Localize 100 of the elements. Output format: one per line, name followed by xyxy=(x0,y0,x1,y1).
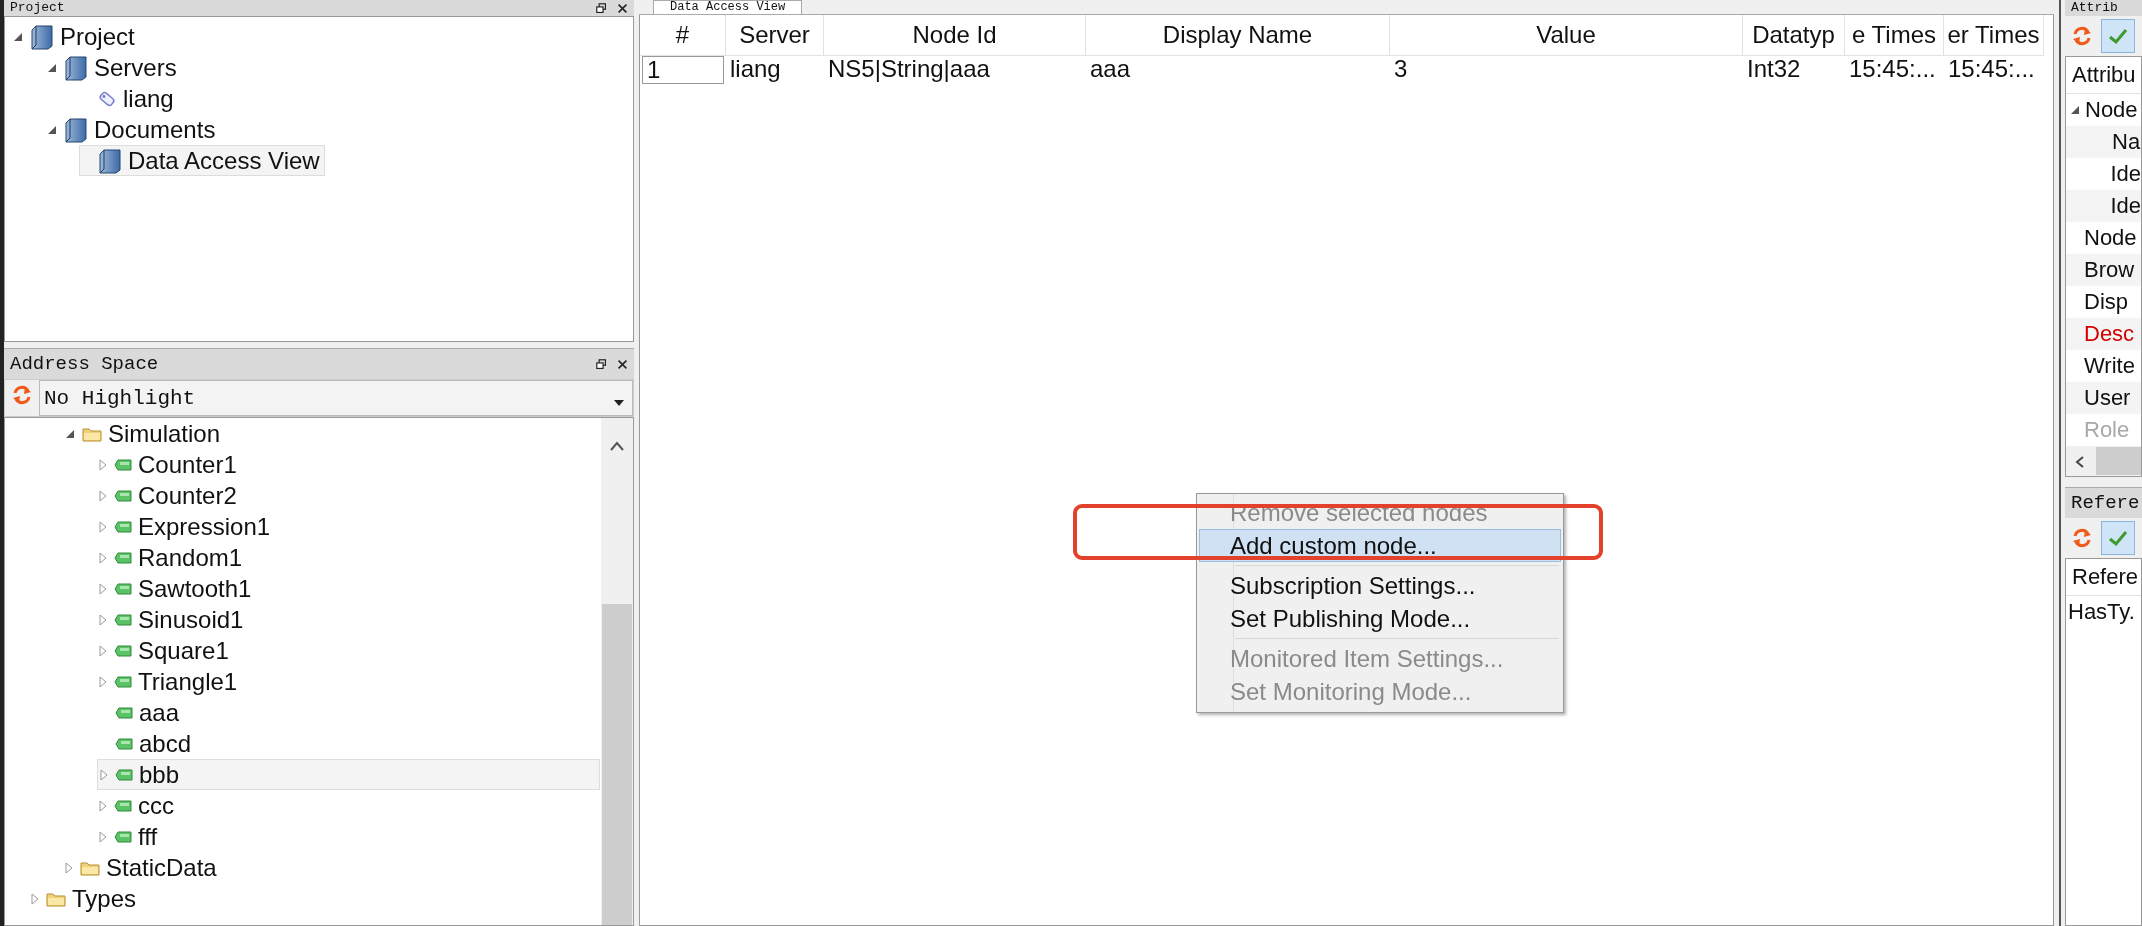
column-header[interactable]: Server xyxy=(726,15,824,56)
attribute-name: Brow xyxy=(2084,257,2135,283)
folder-icon xyxy=(46,890,66,907)
expand-icon[interactable] xyxy=(97,581,108,596)
book-icon xyxy=(98,147,122,174)
expand-icon[interactable] xyxy=(97,612,108,627)
expand-icon[interactable] xyxy=(97,798,108,813)
scrollbar[interactable] xyxy=(2066,446,2141,476)
book-icon xyxy=(64,116,88,143)
attribute-name: Na xyxy=(2112,129,2141,155)
tree-item[interactable]: fff xyxy=(97,821,601,852)
document-tab[interactable]: Data Access View xyxy=(653,0,803,14)
folder-icon xyxy=(82,425,102,442)
expand-icon[interactable] xyxy=(97,550,108,565)
tree-item[interactable]: StaticData xyxy=(63,852,601,883)
restore-icon[interactable] xyxy=(596,358,607,370)
attribute-name: Ide xyxy=(2110,161,2141,187)
menu-item[interactable]: Set Publishing Mode... xyxy=(1199,602,1561,635)
tree-item[interactable]: Counter1 xyxy=(97,449,601,480)
tag-icon xyxy=(114,489,132,502)
panel-title: Attrib xyxy=(2071,1,2118,15)
highlight-dropdown[interactable]: No Highlight xyxy=(39,380,633,416)
expand-icon[interactable] xyxy=(97,488,108,503)
attribute-name: Write xyxy=(2084,353,2135,379)
table-cell-text: Int32 xyxy=(1746,56,1802,82)
column-header: Refere xyxy=(2066,559,2141,596)
attribute-name: Node xyxy=(2085,97,2138,123)
restore-icon[interactable] xyxy=(596,2,607,14)
refresh-icon[interactable] xyxy=(2071,527,2093,549)
table-cell: 1 xyxy=(642,56,724,84)
tree-item[interactable]: Sawtooth1 xyxy=(97,573,601,604)
tree-item[interactable]: Project xyxy=(11,21,139,52)
tree-item[interactable]: ccc xyxy=(97,790,601,821)
tree-item[interactable]: Expression1 xyxy=(97,511,601,542)
check-icon xyxy=(2107,528,2129,548)
attribute-name: Disp xyxy=(2084,289,2128,315)
tree-item[interactable]: Triangle1 xyxy=(97,666,601,697)
expand-icon[interactable] xyxy=(97,457,108,472)
menu-item[interactable]: Subscription Settings... xyxy=(1199,569,1561,602)
tree-item[interactable]: Types xyxy=(29,883,601,914)
tag-icon xyxy=(114,644,132,657)
expand-icon[interactable] xyxy=(97,643,108,658)
close-icon[interactable] xyxy=(617,358,628,370)
expand-icon[interactable] xyxy=(63,860,74,875)
tag-icon xyxy=(114,830,132,843)
tag-icon xyxy=(114,458,132,471)
refresh-icon[interactable] xyxy=(2071,25,2093,47)
tree-item[interactable]: abcd xyxy=(97,728,601,759)
column-header[interactable]: Value xyxy=(1390,15,1743,56)
expand-icon[interactable] xyxy=(97,829,108,844)
tree-item[interactable]: Counter2 xyxy=(97,480,601,511)
column-header[interactable]: Node Id xyxy=(824,15,1086,56)
attribute-name: Node xyxy=(2084,225,2137,251)
check-button[interactable] xyxy=(2101,521,2135,555)
check-button[interactable] xyxy=(2101,19,2135,53)
scrollbar[interactable] xyxy=(601,418,633,925)
scroll-left-icon[interactable] xyxy=(2074,455,2086,469)
table-cell-text: 15:45:... xyxy=(1947,56,2036,82)
expand-icon[interactable] xyxy=(97,674,108,689)
column-header: Attribu xyxy=(2066,57,2141,94)
panel-title: Address Space xyxy=(10,353,159,375)
tag-icon xyxy=(114,613,132,626)
tree-item[interactable]: aaa xyxy=(97,697,601,728)
scrollbar-thumb[interactable] xyxy=(602,604,632,925)
expand-icon[interactable] xyxy=(97,519,108,534)
column-header[interactable]: Datatyp xyxy=(1743,15,1845,56)
tree-item[interactable]: Square1 xyxy=(97,635,601,666)
panel-title: Project xyxy=(10,1,65,15)
attribute-name: Role xyxy=(2084,417,2130,443)
reference-item[interactable]: HasTy. xyxy=(2066,596,2141,628)
tree-item[interactable]: Sinusoid1 xyxy=(97,604,601,635)
expand-icon[interactable] xyxy=(29,891,40,906)
column-header[interactable]: Display Name xyxy=(1086,15,1390,56)
tree-item[interactable]: Servers xyxy=(45,52,181,83)
check-icon xyxy=(2107,26,2129,46)
scroll-up-icon[interactable] xyxy=(609,440,625,452)
column-header[interactable]: er Times xyxy=(1944,15,2044,56)
tree-item[interactable]: Simulation xyxy=(63,418,601,449)
caret-icon xyxy=(614,400,624,406)
table-cell-text: NS5|String|aaa xyxy=(827,56,991,82)
expand-icon[interactable] xyxy=(98,767,109,782)
tag-icon xyxy=(114,799,132,812)
tag-icon xyxy=(114,551,132,564)
tree-item[interactable]: Documents xyxy=(45,114,220,145)
column-header[interactable]: # xyxy=(640,15,726,56)
tag-icon xyxy=(114,520,132,533)
tree-item[interactable]: liang xyxy=(79,83,178,114)
tag-icon xyxy=(114,582,132,595)
attribute-name: Ide xyxy=(2110,193,2141,219)
tree-item[interactable]: Random1 xyxy=(97,542,601,573)
folder-icon xyxy=(80,859,100,876)
column-header[interactable]: e Times xyxy=(1845,15,1944,56)
book-icon xyxy=(30,23,54,50)
tag-icon xyxy=(115,768,133,781)
table-cell-text: aaa xyxy=(1089,56,1132,82)
refresh-icon[interactable] xyxy=(11,384,33,406)
close-icon[interactable] xyxy=(617,2,628,14)
tree-item[interactable]: bbb xyxy=(97,759,600,790)
tree-item[interactable]: Data Access View xyxy=(79,145,325,176)
scrollbar-thumb[interactable] xyxy=(2096,447,2141,475)
